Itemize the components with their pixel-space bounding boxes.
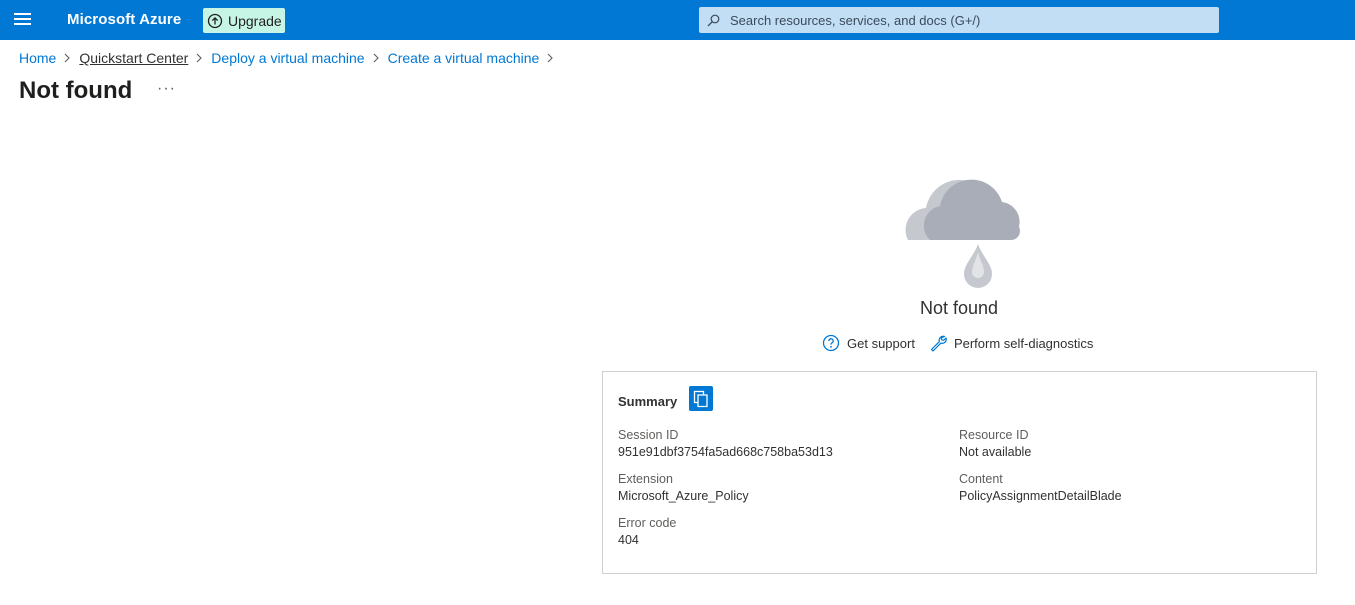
extension-value: Microsoft_Azure_Policy (618, 489, 749, 503)
content-field: Content PolicyAssignmentDetailBlade (959, 471, 1122, 505)
error-heading: Not found (919, 298, 999, 318)
session-id-label: Session ID (618, 428, 679, 442)
breadcrumb-quickstart-center[interactable]: Quickstart Center (79, 50, 188, 66)
self-diagnostics-label: Perform self-diagnostics (953, 335, 1094, 351)
extension-label: Extension (618, 472, 673, 486)
portal-brand[interactable]: Microsoft Azure (67, 11, 181, 28)
error-actions: Get support Perform self-diagnostics (822, 334, 1093, 352)
chevron-right-icon (547, 53, 554, 63)
wrench-icon (930, 335, 947, 352)
arrow-up-circle-icon (207, 13, 223, 28)
upgrade-button[interactable]: Upgrade (203, 8, 285, 33)
breadcrumb-create-vm[interactable]: Create a virtual machine (388, 50, 540, 66)
upgrade-label: Upgrade (228, 12, 282, 29)
cloud-rain-icon (905, 179, 1020, 288)
session-id-value: 951e91dbf3754fa5ad668c758ba53d13 (618, 445, 833, 459)
copy-button[interactable] (689, 386, 713, 411)
breadcrumb: Home Quickstart Center Deploy a virtual … (19, 50, 562, 66)
search-icon (707, 14, 720, 26)
search-input[interactable] (728, 8, 1212, 32)
copy-icon (693, 390, 708, 407)
top-bar: Microsoft Azure Upgrade (0, 0, 1355, 40)
page-title: Not found (19, 77, 133, 104)
chevron-right-icon (64, 53, 71, 63)
menu-icon[interactable] (14, 13, 31, 27)
summary-panel: Summary Session ID 951e91dbf3754fa5ad668… (602, 371, 1317, 574)
resource-id-value: Not available (959, 445, 1032, 459)
chevron-right-icon (196, 53, 203, 63)
more-options-button[interactable]: ··· (157, 80, 176, 98)
resource-id-label: Resource ID (959, 428, 1029, 442)
breadcrumb-home[interactable]: Home (19, 50, 56, 66)
error-code-label: Error code (618, 516, 677, 530)
content-label: Content (959, 472, 1003, 486)
error-code-field: Error code 404 (618, 515, 676, 549)
summary-title: Summary (618, 394, 678, 409)
self-diagnostics-link[interactable]: Perform self-diagnostics (929, 334, 1093, 352)
help-icon (822, 334, 840, 352)
global-search[interactable] (699, 7, 1219, 33)
get-support-link[interactable]: Get support (822, 334, 915, 352)
session-id-field: Session ID 951e91dbf3754fa5ad668c758ba53… (618, 427, 833, 461)
error-code-value: 404 (618, 533, 639, 547)
breadcrumb-deploy-vm[interactable]: Deploy a virtual machine (211, 50, 364, 66)
resource-id-field: Resource ID Not available (959, 427, 1031, 461)
content-value: PolicyAssignmentDetailBlade (959, 489, 1122, 503)
extension-field: Extension Microsoft_Azure_Policy (618, 471, 749, 505)
get-support-label: Get support (847, 335, 915, 351)
chevron-right-icon (373, 53, 379, 63)
